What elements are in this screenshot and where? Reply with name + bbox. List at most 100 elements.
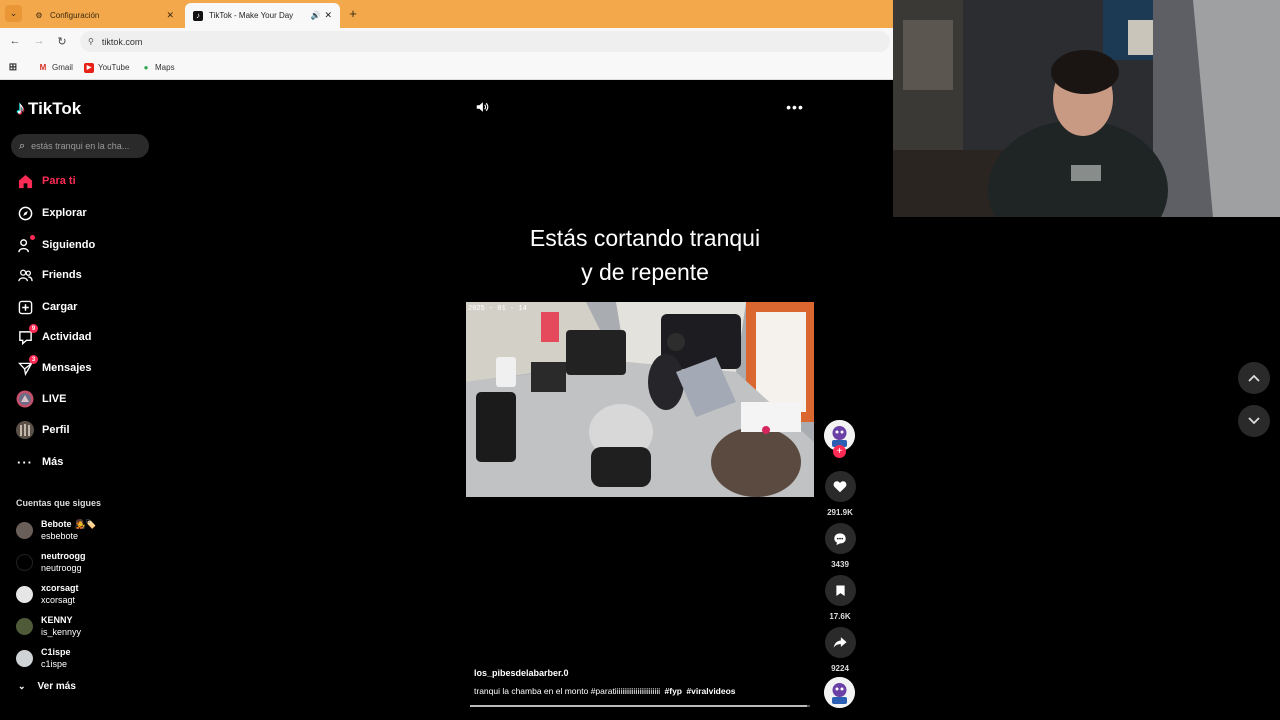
sidebar-item-label: LIVE	[42, 393, 67, 405]
avatar	[16, 649, 33, 667]
chevron-down-icon: ⌄	[18, 681, 26, 691]
sidebar-item-mas[interactable]: ··· Más	[16, 453, 63, 471]
hashtag-link[interactable]: #viralvideos	[686, 686, 735, 696]
account-name: C1ispe	[41, 647, 71, 657]
tab-configuracion[interactable]: ⚙ Configuración ✕	[26, 3, 182, 28]
account-handle: xcorsagt	[41, 595, 76, 605]
account-handle: neutroogg	[41, 563, 82, 573]
apps-grid-icon[interactable]: ⊞	[8, 61, 22, 74]
logo-text: TikTok	[28, 98, 82, 118]
sidebar-item-explorar[interactable]: Explorar	[16, 204, 87, 222]
upload-icon	[16, 298, 34, 316]
music-disc-avatar[interactable]	[824, 677, 855, 708]
messages-badge: 3	[29, 355, 38, 364]
messages-icon: 3	[16, 355, 38, 377]
following-section-title: Cuentas que sigues	[16, 498, 102, 508]
cctv-timestamp: 2025 - 01 - 14	[468, 305, 527, 313]
home-icon	[16, 172, 34, 190]
bookmark-youtube[interactable]: ▶ YouTube	[84, 61, 129, 74]
hashtag-link[interactable]: #fyp	[665, 686, 682, 696]
see-more-button[interactable]: ⌄ Ver más	[18, 681, 76, 692]
bookmark-maps[interactable]: ● Maps	[141, 61, 175, 74]
bookmark-label: Gmail	[52, 63, 73, 72]
comment-icon[interactable]	[824, 523, 856, 554]
account-handle: c1ispe	[41, 659, 68, 669]
sidebar-item-para-ti[interactable]: Para ti	[16, 172, 76, 190]
tab-search-chevron-icon[interactable]: ⌄	[5, 5, 22, 22]
video-progress-bar[interactable]	[470, 705, 810, 707]
activity-badge: 9	[29, 324, 38, 333]
chevron-up-icon	[1248, 374, 1260, 382]
more-options-icon[interactable]: •••	[785, 99, 805, 115]
sidebar-item-perfil[interactable]: Perfil	[16, 421, 70, 439]
volume-icon[interactable]	[474, 99, 490, 115]
share-action: 9224	[824, 627, 856, 673]
share-arrow-icon[interactable]	[824, 627, 856, 658]
bookmark-icon[interactable]	[824, 575, 856, 606]
bookmarks-bar: ⊞ M Gmail ▶ YouTube ● Maps	[0, 55, 893, 80]
following-account-c1ispe[interactable]: C1ispe c1ispe	[16, 646, 71, 670]
reload-icon[interactable]: ↻	[55, 34, 69, 48]
tab-label: TikTok - Make Your Day	[209, 11, 294, 20]
video-caption-line-1: Estás cortando tranqui	[529, 225, 761, 251]
previous-video-button[interactable]	[1238, 362, 1270, 394]
like-count: 291.9K	[827, 508, 853, 517]
sidebar-item-label: Friends	[42, 269, 82, 281]
save-count: 17.6K	[829, 612, 851, 621]
avatar	[16, 585, 33, 603]
address-bar[interactable]: ⚲ tiktok.com	[80, 31, 890, 52]
account-handle: esbebote	[41, 531, 79, 541]
site-info-icon[interactable]: ⚲	[88, 37, 94, 46]
search-input[interactable]: ⌕ estás tranqui en la cha...	[11, 134, 149, 158]
following-account-xcorsagt[interactable]: xcorsagt xcorsagt	[16, 582, 79, 606]
comment-count: 3439	[831, 560, 849, 569]
tiktok-logo[interactable]: ♪ TikTok	[16, 98, 81, 119]
account-name: neutroogg	[41, 551, 86, 561]
comment-action: 3439	[824, 523, 856, 569]
video-author-link[interactable]: los_pibesdelabarber.0	[474, 668, 569, 678]
sidebar-item-friends[interactable]: Friends	[16, 266, 82, 284]
tiktok-icon: ♪	[193, 10, 203, 21]
activity-icon: 9	[16, 324, 38, 346]
sidebar-item-siguiendo[interactable]: Siguiendo	[16, 235, 96, 254]
following-account-bebote[interactable]: Bebote 🧑‍🎤🏷️ esbebote	[16, 518, 96, 542]
sidebar-item-actividad[interactable]: 9 Actividad	[16, 324, 92, 346]
tab-audio-icon[interactable]: 🔊	[310, 11, 320, 20]
following-account-kenny[interactable]: KENNY is_kennyy	[16, 614, 81, 638]
back-arrow-icon[interactable]: ←	[8, 34, 22, 48]
close-tab-icon[interactable]: ✕	[324, 10, 332, 21]
save-action: 17.6K	[824, 575, 856, 621]
live-icon	[16, 390, 34, 408]
tab-tiktok[interactable]: ♪ TikTok - Make Your Day 🔊 ✕	[185, 3, 340, 28]
sidebar-item-label: Explorar	[42, 207, 87, 219]
search-icon: ⌕	[19, 139, 26, 152]
video-progress-fill	[470, 705, 807, 707]
close-tab-icon[interactable]: ✕	[166, 10, 174, 21]
gmail-icon: M	[39, 63, 47, 72]
sidebar-item-mensajes[interactable]: 3 Mensajes	[16, 355, 92, 377]
sidebar-item-label: Siguiendo	[42, 239, 96, 251]
notification-dot	[30, 235, 35, 240]
heart-icon[interactable]	[824, 471, 856, 502]
new-tab-button[interactable]: +	[345, 5, 361, 21]
barbershop-cctv-scene: 2025 - 01 - 14	[466, 302, 814, 497]
next-video-button[interactable]	[1238, 405, 1270, 437]
following-account-neutroogg[interactable]: neutroogg neutroogg	[16, 550, 86, 574]
tiktok-note-icon: ♪	[16, 98, 25, 118]
sidebar-item-label: Perfil	[42, 424, 70, 436]
video-caption-line-2: y de repente	[581, 259, 709, 285]
share-count: 9224	[831, 664, 849, 673]
sidebar-item-live[interactable]: LIVE	[16, 390, 66, 408]
like-action: 291.9K	[824, 471, 856, 517]
streamer-webcam-image	[893, 0, 1280, 217]
more-dots-icon: ···	[17, 454, 33, 470]
sidebar-item-label: Para ti	[42, 175, 76, 187]
bookmark-label: Maps	[155, 63, 175, 72]
bookmark-label: YouTube	[98, 63, 130, 72]
follow-plus-button[interactable]: +	[833, 445, 846, 458]
bookmark-gmail[interactable]: M Gmail	[38, 61, 73, 74]
sidebar-item-cargar[interactable]: Cargar	[16, 298, 77, 316]
account-handle: is_kennyy	[41, 627, 82, 637]
forward-arrow-icon[interactable]: →	[32, 34, 46, 48]
video-player[interactable]: 2025 - 01 - 14	[466, 302, 814, 497]
